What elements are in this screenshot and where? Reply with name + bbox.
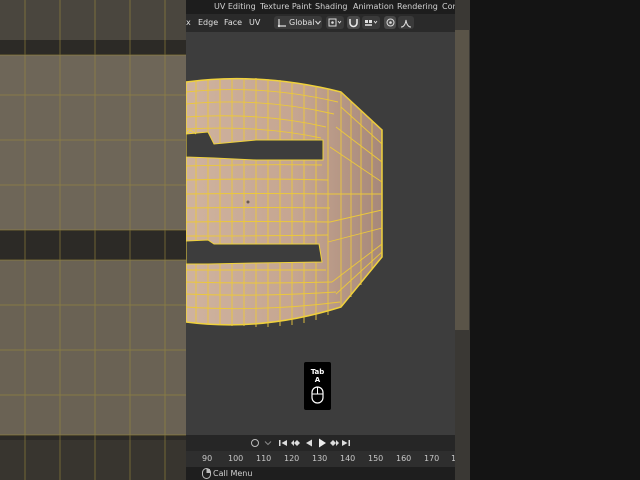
frame-label: 170: [424, 454, 440, 463]
tab-shading[interactable]: Shading: [315, 2, 348, 11]
frame-label: 140: [340, 454, 356, 463]
blurred-background-right: [455, 0, 640, 480]
proportional-edit-toggle[interactable]: [384, 16, 396, 29]
blurred-background-left: [0, 0, 186, 480]
frame-label: 110: [256, 454, 272, 463]
play-icon[interactable]: [316, 437, 328, 449]
jump-start-icon[interactable]: [278, 438, 288, 448]
orientation-axis-icon: [277, 19, 286, 28]
frame-label: 120: [284, 454, 300, 463]
keyframe-record-icon[interactable]: [250, 438, 260, 448]
orientation-label: Global: [289, 18, 315, 27]
playback-controls: [186, 435, 455, 451]
frame-ruler[interactable]: 90 100 110 120 130 140 150 160 170 1: [186, 451, 455, 467]
jump-keyframe-back-icon[interactable]: [290, 438, 302, 448]
tab-uv-editing[interactable]: UV Editing: [214, 2, 256, 11]
tab-animation[interactable]: Animation: [353, 2, 394, 11]
snap-target-dropdown[interactable]: [362, 16, 380, 29]
menu-edge[interactable]: Edge: [198, 18, 218, 27]
3d-viewport[interactable]: Tab A: [186, 32, 455, 435]
falloff-dropdown[interactable]: [398, 16, 414, 29]
frame-label: 160: [396, 454, 412, 463]
pivot-icon: [328, 18, 342, 27]
menu-uv[interactable]: UV: [249, 18, 260, 27]
blurred-mesh-right: [455, 0, 470, 480]
blurred-mesh-left: [0, 0, 186, 480]
play-reverse-icon[interactable]: [304, 438, 314, 448]
frame-label: 100: [228, 454, 244, 463]
falloff-curve-icon: [400, 19, 412, 28]
tab-rendering[interactable]: Rendering: [397, 2, 438, 11]
chevron-down-icon: [315, 20, 321, 25]
viewport-header: x Edge Face UV Global: [186, 14, 455, 32]
tab-compositing[interactable]: Com: [442, 2, 455, 11]
workspace-tabs: UV Editing Texture Paint Shading Animati…: [186, 0, 455, 14]
frame-label: 90: [202, 454, 213, 463]
jump-end-icon[interactable]: [341, 438, 351, 448]
snap-increment-icon: [365, 20, 378, 26]
status-hint: Call Menu: [213, 469, 253, 478]
mouse-icon: [311, 386, 324, 404]
magnet-icon: [349, 19, 358, 28]
origin-dot: [246, 200, 250, 204]
jump-keyframe-forward-icon[interactable]: [328, 438, 340, 448]
menu-face[interactable]: Face: [224, 18, 242, 27]
blender-window: UV Editing Texture Paint Shading Animati…: [186, 0, 455, 480]
proportional-edit-icon: [386, 18, 395, 27]
frame-label: 130: [312, 454, 328, 463]
key-tab: Tab: [310, 368, 325, 376]
pivot-point-dropdown[interactable]: [326, 16, 344, 29]
frame-label: 150: [368, 454, 384, 463]
frame-label: 1: [451, 454, 455, 463]
mouse-right-click-icon: [202, 468, 211, 479]
key-a: A: [314, 376, 321, 384]
keystroke-overlay: Tab A: [304, 362, 331, 410]
chevron-down-icon[interactable]: [264, 439, 272, 447]
snap-toggle[interactable]: [347, 16, 360, 29]
transform-orientation-dropdown[interactable]: Global: [274, 16, 322, 29]
menu-vertex[interactable]: x: [186, 18, 191, 27]
status-bar: Call Menu: [186, 467, 455, 480]
tab-texture-paint[interactable]: Texture Paint: [260, 2, 312, 11]
